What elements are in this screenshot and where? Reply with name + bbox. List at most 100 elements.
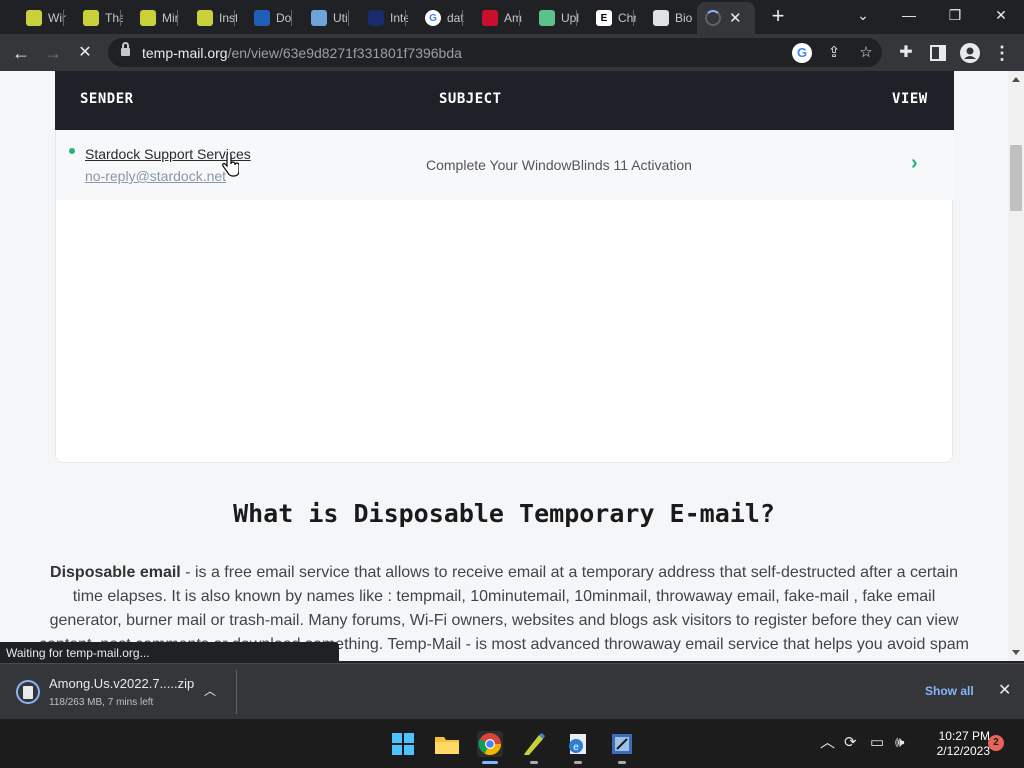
tab-1[interactable]: Tha	[67, 4, 123, 32]
scrollbar-thumb[interactable]	[1010, 145, 1022, 211]
tab-separator	[576, 10, 577, 26]
svg-text:e: e	[573, 742, 579, 753]
url-domain: temp-mail.org	[142, 45, 228, 61]
tools-app-icon[interactable]	[609, 731, 635, 757]
mail-subject[interactable]: Complete Your WindowBlinds 11 Activation	[426, 157, 692, 173]
star-icon	[254, 10, 270, 26]
globe-icon	[311, 10, 327, 26]
tab-9[interactable]: Upl	[523, 4, 579, 32]
forward-button[interactable]: →	[40, 40, 66, 66]
address-bar[interactable]: temp-mail.org/en/view/63e9d8271f331801f7…	[108, 38, 882, 67]
url-path: /en/view/63e9d8271f331801f7396bda	[227, 45, 462, 61]
faq-heading: What is Disposable Temporary E-mail?	[233, 499, 775, 528]
document-app-icon[interactable]: e	[565, 731, 591, 757]
google-lens-icon[interactable]: G	[792, 43, 812, 63]
display-icon[interactable]: ▭	[870, 735, 884, 751]
clock-date: 2/12/2023	[936, 744, 990, 758]
windows-start-icon[interactable]	[390, 731, 416, 757]
card-icon	[653, 10, 669, 26]
page-viewport: SENDER SUBJECT VIEW Stardock Support Ser…	[0, 71, 1008, 661]
tab-strip: WirThaMirInstDoUtiInteGdatAmUplEChr Bio ✕…	[0, 0, 1024, 34]
mail-row[interactable]: Stardock Support Services no-reply@stard…	[56, 130, 954, 200]
pencil-icon	[140, 10, 156, 26]
tab-11[interactable]: Bio	[637, 4, 693, 32]
show-hidden-icons-caret[interactable]: ︿	[820, 735, 835, 751]
back-button[interactable]: ←	[8, 40, 34, 66]
volume-icon[interactable]: 🕪	[895, 735, 904, 751]
inbox-header: SENDER SUBJECT VIEW	[55, 71, 954, 130]
bookmark-star-icon[interactable]: ☆	[856, 43, 876, 63]
download-options-caret-icon[interactable]: ︿	[204, 682, 216, 699]
tab-5[interactable]: Uti	[295, 4, 351, 32]
tab-active-loading[interactable]: ✕	[697, 2, 755, 34]
pencil-icon	[26, 10, 42, 26]
pencil-icon	[197, 10, 213, 26]
tab-8[interactable]: Am	[466, 4, 522, 32]
tab-3[interactable]: Inst	[181, 4, 237, 32]
file-explorer-icon[interactable]	[434, 731, 460, 757]
column-header-sender: SENDER	[80, 91, 134, 107]
new-tab-button[interactable]: +	[766, 5, 790, 29]
zip-file-icon[interactable]	[16, 680, 40, 704]
cloud-icon	[539, 10, 555, 26]
url-text[interactable]: temp-mail.org/en/view/63e9d8271f331801f7…	[142, 45, 462, 61]
tab-2[interactable]: Mir	[124, 4, 180, 32]
google-icon: G	[425, 10, 441, 26]
chrome-taskbar-icon[interactable]	[477, 731, 503, 757]
download-divider	[236, 670, 237, 714]
profile-avatar-icon[interactable]	[957, 40, 983, 66]
stop-loading-button[interactable]: ✕	[72, 40, 98, 66]
minimize-button[interactable]: —	[886, 4, 932, 28]
browser-toolbar: ← → ✕ temp-mail.org/en/view/63e9d8271f33…	[0, 34, 1024, 71]
close-download-shelf-icon[interactable]: ✕	[998, 680, 1011, 700]
system-clock[interactable]: 10:27 PM 2/12/2023	[920, 729, 990, 759]
close-tab-icon[interactable]: ✕	[729, 9, 742, 27]
document-app-indicator	[574, 761, 582, 764]
tab-6[interactable]: Inte	[352, 4, 408, 32]
menu-kebab-icon[interactable]: ⋮	[989, 40, 1015, 66]
chrome-active-indicator	[482, 761, 498, 764]
sender-email-link[interactable]: no-reply@stardock.net	[85, 168, 226, 184]
tab-0[interactable]: Wir	[10, 4, 66, 32]
download-filename[interactable]: Among.Us.v2022.7.....zip	[49, 676, 194, 691]
hand-cursor-icon	[222, 154, 239, 177]
unread-dot-icon	[69, 148, 75, 154]
extensions-puzzle-icon[interactable]: ✚	[893, 40, 919, 66]
faq-lead: Disposable email	[50, 564, 181, 581]
tab-search-button[interactable]: ⌄	[840, 4, 886, 28]
notification-badge[interactable]: 2	[988, 735, 1004, 751]
show-all-downloads-link[interactable]: Show all	[925, 684, 974, 698]
scroll-down-arrow-icon[interactable]	[1012, 650, 1020, 655]
pencil-app-icon[interactable]	[521, 731, 547, 757]
logo-icon	[368, 10, 384, 26]
restore-button[interactable]: ❐	[932, 4, 978, 28]
column-header-view: VIEW	[892, 91, 928, 107]
side-panel-icon[interactable]	[925, 40, 951, 66]
tab-separator	[633, 10, 634, 26]
page-scrollbar[interactable]	[1008, 71, 1024, 661]
scroll-up-arrow-icon[interactable]	[1012, 77, 1020, 82]
share-icon[interactable]: ⇪	[824, 43, 844, 63]
windows-taskbar: e ︿ ⟳ ▭ 🕪 10:27 PM 2/12/2023 2	[0, 719, 1024, 768]
view-chevron-icon[interactable]: ›	[911, 152, 918, 175]
lock-icon[interactable]	[121, 42, 130, 57]
tab-4[interactable]: Do	[238, 4, 294, 32]
tab-title: Bio	[675, 11, 693, 25]
tab-separator	[462, 10, 463, 26]
tab-separator	[63, 10, 64, 26]
tab-separator	[177, 10, 178, 26]
loading-status-bubble: Waiting for temp-mail.org...	[0, 642, 339, 663]
download-progress: 118/263 MB, 7 mins left	[49, 697, 154, 708]
sync-icon[interactable]: ⟳	[844, 735, 857, 751]
tab-separator	[234, 10, 235, 26]
tab-7[interactable]: Gdat	[409, 4, 465, 32]
tab-separator	[291, 10, 292, 26]
tab-10[interactable]: E Chr	[580, 4, 636, 32]
tab-separator	[405, 10, 406, 26]
tools-app-indicator	[618, 761, 626, 764]
pencil-icon	[83, 10, 99, 26]
column-header-subject: SUBJECT	[439, 91, 502, 107]
tab-separator	[519, 10, 520, 26]
pencil-app-indicator	[530, 761, 538, 764]
close-window-button[interactable]: ✕	[978, 4, 1024, 28]
